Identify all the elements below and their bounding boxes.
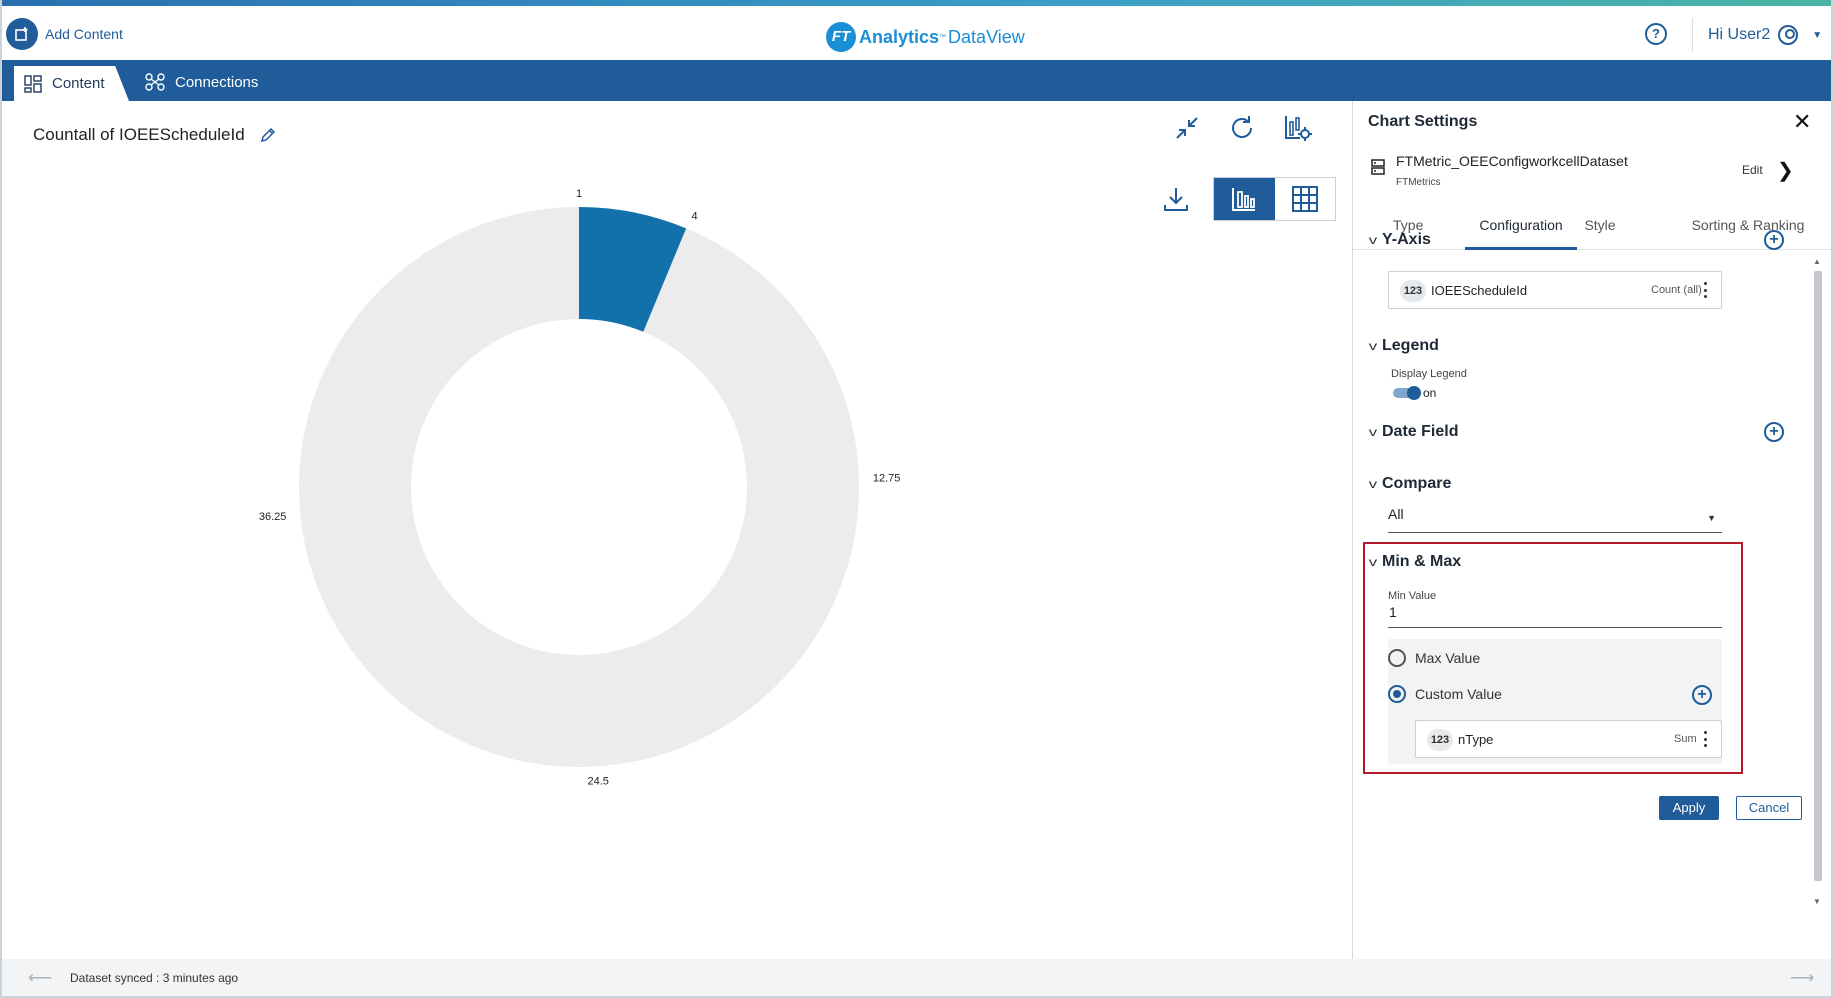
window-frame	[0, 0, 1833, 998]
